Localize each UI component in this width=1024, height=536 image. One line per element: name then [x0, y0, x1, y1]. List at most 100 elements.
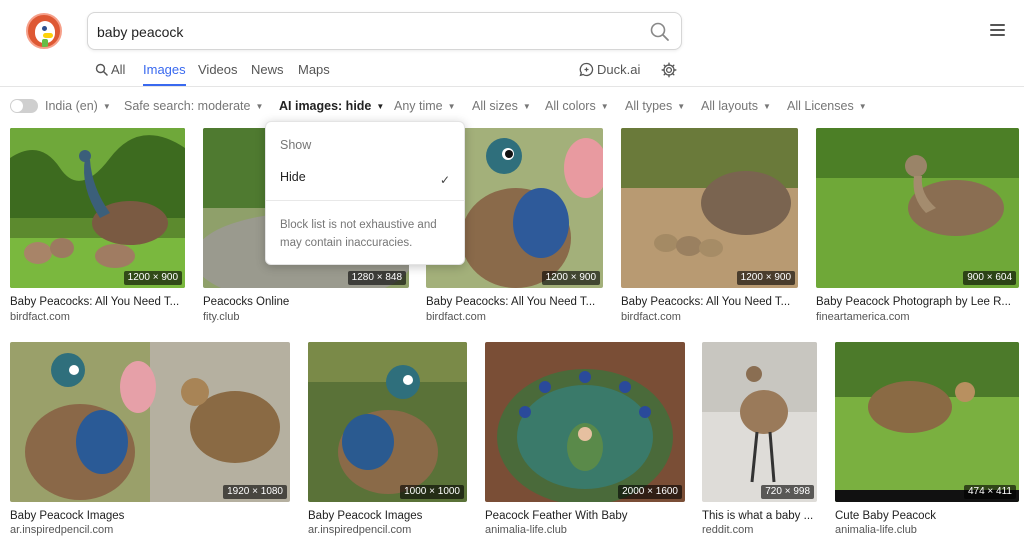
result-source[interactable]: animalia-life.club [485, 524, 567, 536]
tab-maps[interactable]: Maps [298, 60, 330, 86]
chat-bubble-icon [579, 62, 594, 77]
filter-layout[interactable]: All layouts ▼ [701, 98, 771, 115]
dropdown-option-hide[interactable]: Hide [280, 169, 306, 185]
gear-icon[interactable] [661, 62, 677, 78]
logo-duck-eye [42, 26, 47, 31]
result-thumbnail[interactable]: 1200 × 900 [10, 128, 185, 288]
result-source[interactable]: reddit.com [702, 524, 753, 536]
image-dimensions: 1200 × 900 [123, 271, 182, 285]
peacock-photo [10, 128, 185, 288]
tab-images[interactable]: Images [143, 60, 186, 86]
result-source[interactable]: fity.club [203, 311, 239, 324]
image-result[interactable]: 1920 × 1080 Baby Peacock Images ar.inspi… [10, 342, 290, 536]
image-result[interactable]: 1200 × 900 Baby Peacocks: All You Need T… [10, 128, 185, 324]
peacock-photo [702, 342, 817, 502]
caret-down-icon: ▼ [600, 102, 609, 111]
caret-down-icon: ▼ [102, 102, 111, 111]
filter-safe-search[interactable]: Safe search: moderate ▼ [124, 98, 263, 115]
image-result[interactable]: 900 × 604 Baby Peacock Photograph by Lee… [816, 128, 1019, 324]
image-dimensions: 1200 × 900 [736, 271, 795, 285]
result-thumbnail[interactable]: 474 × 411 [835, 342, 1019, 502]
logo-duck-tie [42, 39, 48, 47]
search-input[interactable] [97, 22, 637, 42]
filter-type-label: All types [625, 99, 673, 113]
result-title[interactable]: Baby Peacock Images [10, 509, 290, 523]
dropdown-divider [266, 200, 464, 201]
filter-layout-label: All layouts [701, 99, 758, 113]
image-dimensions: 1280 × 848 [347, 271, 406, 285]
result-source[interactable]: fineartamerica.com [816, 311, 910, 324]
filter-license-label: All Licenses [787, 99, 854, 113]
toggle-knob [11, 100, 23, 112]
result-thumbnail[interactable]: 1200 × 900 [621, 128, 798, 288]
result-title[interactable]: Baby Peacock Images [308, 509, 467, 523]
image-dimensions: 1920 × 1080 [223, 485, 287, 499]
caret-down-icon: ▼ [677, 102, 686, 111]
image-dimensions: 474 × 411 [963, 485, 1016, 499]
logo-duck-beak [43, 33, 53, 38]
image-result[interactable]: 1000 × 1000 Baby Peacock Images ar.inspi… [308, 342, 467, 536]
result-source[interactable]: birdfact.com [621, 311, 681, 324]
filter-safe-search-label: Safe search: moderate [124, 99, 251, 113]
filter-ai-images[interactable]: AI images: hide ▼ [279, 98, 384, 115]
result-thumbnail[interactable]: 2000 × 1600 [485, 342, 685, 502]
peacock-photo [621, 128, 798, 288]
tab-videos[interactable]: Videos [198, 60, 238, 86]
dropdown-option-show[interactable]: Show [280, 137, 311, 153]
result-title[interactable]: Baby Peacocks: All You Need T... [10, 295, 185, 309]
filter-type[interactable]: All types ▼ [625, 98, 685, 115]
filter-region-label: India (en) [45, 99, 98, 113]
tab-news-label: News [251, 62, 284, 77]
filter-color[interactable]: All colors ▼ [545, 98, 609, 115]
result-title[interactable]: Peacock Feather With Baby [485, 509, 685, 523]
result-thumbnail[interactable]: 1000 × 1000 [308, 342, 467, 502]
peacock-photo [10, 342, 290, 502]
caret-down-icon: ▼ [522, 102, 531, 111]
tab-all[interactable]: All [95, 60, 125, 86]
dropdown-note: Block list is not exhaustive and may con… [280, 219, 437, 249]
image-dimensions: 1000 × 1000 [400, 485, 464, 499]
result-thumbnail[interactable]: 720 × 998 [702, 342, 817, 502]
result-thumbnail[interactable]: 1920 × 1080 [10, 342, 290, 502]
duckduckgo-logo[interactable] [26, 13, 62, 49]
region-toggle[interactable] [10, 99, 38, 113]
result-thumbnail[interactable]: 900 × 604 [816, 128, 1019, 288]
tab-news[interactable]: News [251, 60, 284, 86]
result-source[interactable]: animalia-life.club [835, 524, 917, 536]
result-source[interactable]: ar.inspiredpencil.com [308, 524, 411, 536]
tab-all-label: All [111, 62, 126, 77]
image-result[interactable]: 1200 × 900 Baby Peacocks: All You Need T… [621, 128, 798, 324]
caret-down-icon: ▼ [447, 102, 456, 111]
result-title[interactable]: Baby Peacock Photograph by Lee R... [816, 295, 1019, 309]
filter-size[interactable]: All sizes ▼ [472, 98, 531, 115]
caret-down-icon: ▼ [762, 102, 771, 111]
checkmark-icon: ✓ [439, 173, 450, 187]
result-title[interactable]: Baby Peacocks: All You Need T... [621, 295, 798, 309]
menu-icon[interactable] [990, 24, 1005, 36]
peacock-photo [816, 128, 1019, 288]
image-result[interactable]: 720 × 998 This is what a baby ... reddit… [702, 342, 817, 536]
image-dimensions: 2000 × 1600 [618, 485, 682, 499]
filter-time[interactable]: Any time ▼ [394, 98, 456, 115]
image-result[interactable]: 2000 × 1600 Peacock Feather With Baby an… [485, 342, 685, 536]
result-title[interactable]: Cute Baby Peacock [835, 509, 1019, 523]
search-icon [95, 63, 108, 76]
filter-license[interactable]: All Licenses ▼ [787, 98, 867, 115]
result-source[interactable]: birdfact.com [10, 311, 70, 324]
result-title[interactable]: Peacocks Online [203, 295, 409, 309]
search-icon[interactable] [649, 21, 671, 43]
result-title[interactable]: Baby Peacocks: All You Need T... [426, 295, 603, 309]
peacock-feather-photo [485, 342, 685, 502]
tab-images-label: Images [143, 62, 186, 77]
ai-images-dropdown: Show Hide ✓ Block list is not exhaustive… [265, 121, 465, 265]
image-dimensions: 1200 × 900 [541, 271, 600, 285]
tab-videos-label: Videos [198, 62, 238, 77]
duckai-link[interactable]: Duck.ai [579, 60, 640, 80]
result-source[interactable]: birdfact.com [426, 311, 486, 324]
filter-region[interactable]: India (en) ▼ [45, 98, 111, 115]
filter-time-label: Any time [394, 99, 443, 113]
result-source[interactable]: ar.inspiredpencil.com [10, 524, 113, 536]
result-title[interactable]: This is what a baby ... [702, 509, 817, 523]
image-result[interactable]: 474 × 411 Cute Baby Peacock animalia-lif… [835, 342, 1019, 536]
caret-down-icon: ▼ [376, 102, 385, 111]
